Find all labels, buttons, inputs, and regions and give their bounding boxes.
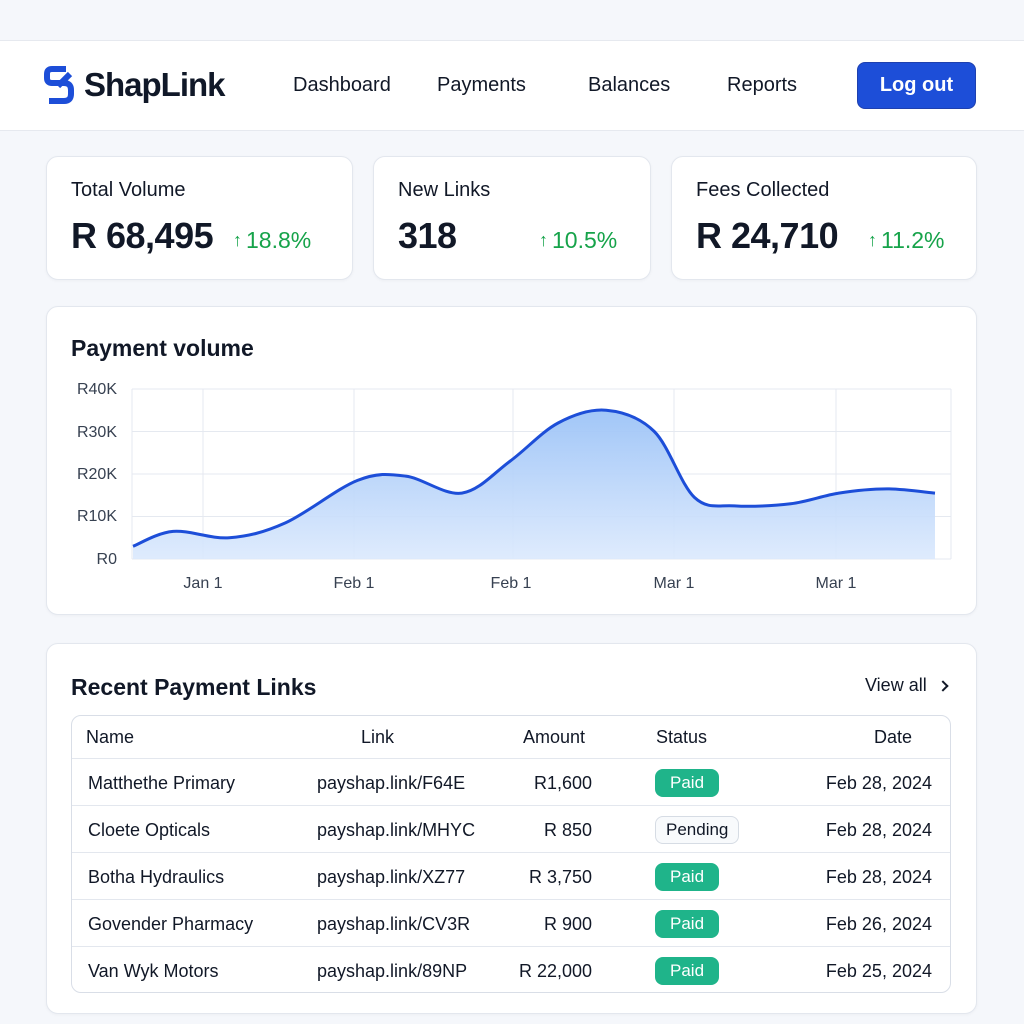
table-row[interactable]: Van Wyk Motors payshap.link/89NP R 22,00… <box>72 946 950 992</box>
column-header-name: Name <box>86 727 135 747</box>
status-badge: Paid <box>655 863 720 891</box>
row-link[interactable]: payshap.link/CV3R <box>317 914 470 935</box>
view-all-link[interactable]: View all <box>865 675 949 696</box>
x-tick-label: Feb 1 <box>333 575 375 592</box>
x-tick-label: Mar 1 <box>815 575 857 592</box>
row-name: Cloete Opticals <box>88 820 211 840</box>
status-badge: Paid <box>655 957 720 985</box>
chevron-right-icon <box>937 679 949 692</box>
stat-change: ↑ 11.2% <box>868 227 945 254</box>
stat-change-value: 10.5% <box>552 227 618 253</box>
stat-change-value: 11.2% <box>881 227 945 253</box>
stat-card-total-volume: Total Volume R 68,495 ↑ 18.8% <box>46 156 353 280</box>
row-name: Botha Hydraulics <box>88 867 225 887</box>
column-header-date: Date <box>874 727 913 747</box>
table-row[interactable]: Matthethe Primary payshap.link/F64E R1,6… <box>72 758 950 805</box>
table-header: Name Link Amount Status Date <box>72 716 950 758</box>
app-name: ShapLink <box>84 66 226 103</box>
stat-label: Total Volume <box>71 179 186 201</box>
logout-button[interactable]: Log out <box>857 62 976 109</box>
stat-value: R 24,710 <box>696 215 839 256</box>
nav-balances[interactable]: Balances <box>588 74 670 97</box>
stat-change: ↑ 10.5% <box>539 227 617 254</box>
table-row[interactable]: Botha Hydraulics payshap.link/XZ77 R 3,7… <box>72 852 950 899</box>
recent-links-title: Recent Payment Links <box>71 674 317 700</box>
row-amount: R 22,000 <box>518 961 592 981</box>
row-amount: R 3,750 <box>528 867 592 887</box>
arrow-up-icon: ↑ <box>233 230 242 250</box>
x-tick-label: Jan 1 <box>183 575 223 592</box>
x-tick-label: Feb 1 <box>490 575 532 592</box>
recent-payment-links-card: Recent Payment Links View all Name Link … <box>46 643 977 1014</box>
series-area-fill <box>133 410 935 559</box>
row-amount: R 850 <box>543 820 592 840</box>
column-header-link: Link <box>361 727 395 747</box>
stat-card-new-links: New Links 318 ↑ 10.5% <box>373 156 651 280</box>
arrow-up-icon: ↑ <box>539 230 548 250</box>
row-name: Matthethe Primary <box>88 773 236 793</box>
stat-value: 318 <box>398 215 457 256</box>
status-badge: Pending <box>655 816 740 844</box>
stat-label: New Links <box>398 179 491 201</box>
x-tick-label: Mar 1 <box>653 575 695 592</box>
stat-change-value: 18.8% <box>246 227 312 253</box>
row-link[interactable]: payshap.link/MHYC <box>317 820 475 841</box>
row-amount: R1,600 <box>533 773 592 793</box>
row-date: Feb 26, 2024 <box>825 914 932 934</box>
view-all-label: View all <box>865 675 927 695</box>
shaplink-logo-icon <box>44 66 74 104</box>
stat-value: R 68,495 <box>71 215 214 256</box>
nav-dashboard[interactable]: Dashboard <box>293 74 391 97</box>
stat-label: Fees Collected <box>696 179 830 201</box>
status-badge: Paid <box>655 769 720 797</box>
status-badge: Paid <box>655 910 720 938</box>
nav-reports[interactable]: Reports <box>727 74 797 97</box>
row-link[interactable]: payshap.link/89NP <box>317 961 467 982</box>
row-name: Van Wyk Motors <box>88 961 219 981</box>
arrow-up-icon: ↑ <box>868 230 877 250</box>
row-date: Feb 28, 2024 <box>825 773 932 793</box>
row-link[interactable]: payshap.link/XZ77 <box>317 867 465 888</box>
column-header-status: Status <box>656 727 708 747</box>
app-logo[interactable]: ShapLink <box>44 65 226 105</box>
top-navigation-bar: ShapLink Dashboard Payments Balances Rep… <box>0 40 1024 131</box>
table-row[interactable]: Cloete Opticals payshap.link/MHYC R 850 … <box>72 805 950 852</box>
row-date: Feb 25, 2024 <box>825 961 932 981</box>
column-header-amount: Amount <box>523 727 586 747</box>
row-date: Feb 28, 2024 <box>825 867 932 887</box>
payment-links-table: Name Link Amount Status Date Matthethe P… <box>71 715 951 993</box>
payment-volume-chart <box>131 388 952 560</box>
row-name: Govender Pharmacy <box>88 914 254 934</box>
row-date: Feb 28, 2024 <box>825 820 932 840</box>
row-amount: R 900 <box>543 914 592 934</box>
payment-volume-card: Payment volume R40K R30K R20K R10K R0 Ja… <box>46 306 977 615</box>
table-row[interactable]: Govender Pharmacy payshap.link/CV3R R 90… <box>72 899 950 946</box>
stat-change: ↑ 18.8% <box>233 227 311 254</box>
row-link[interactable]: payshap.link/F64E <box>317 773 465 794</box>
nav-payments[interactable]: Payments <box>437 74 526 97</box>
stat-card-fees-collected: Fees Collected R 24,710 ↑ 11.2% <box>671 156 977 280</box>
